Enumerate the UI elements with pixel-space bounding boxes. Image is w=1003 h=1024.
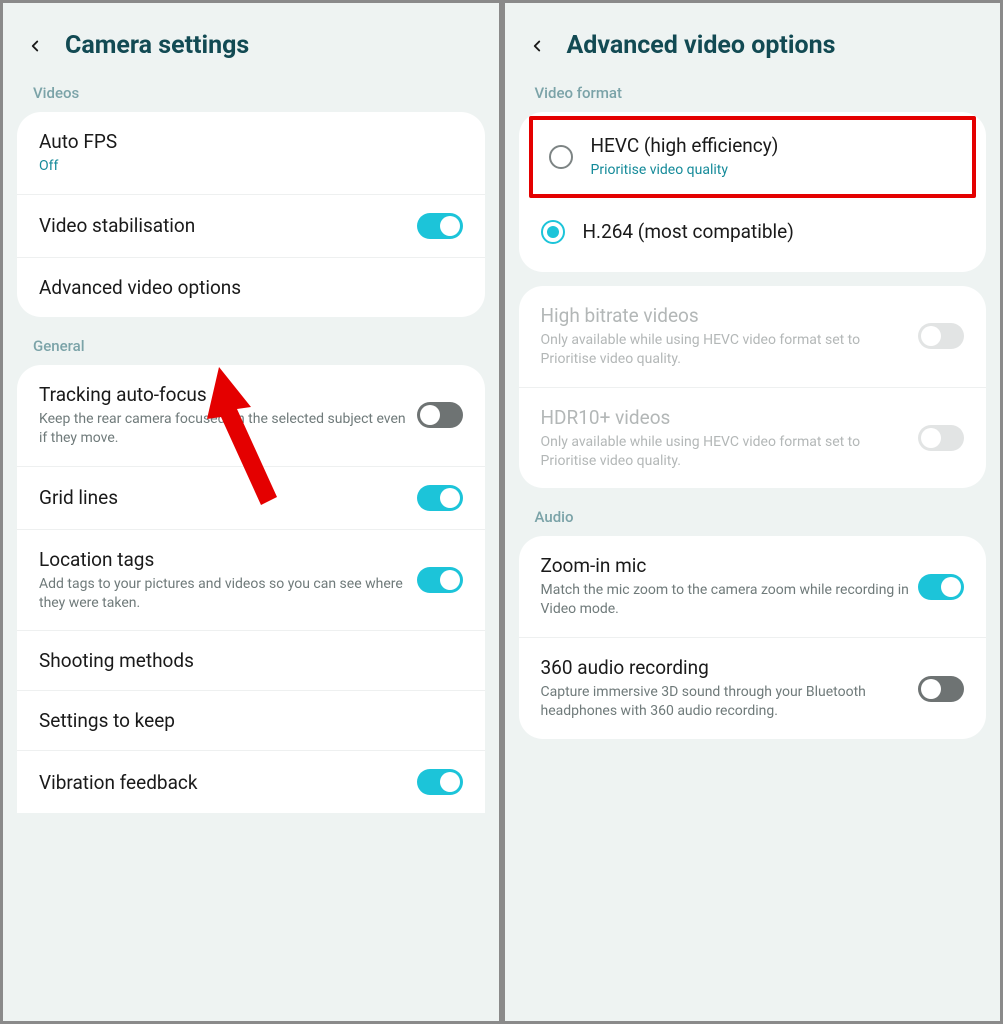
row-title: High bitrate videos [541, 304, 919, 327]
location-tags-toggle[interactable] [417, 567, 463, 593]
bitrate-hdr-card: High bitrate videos Only available while… [519, 286, 987, 489]
zoom-in-mic-row[interactable]: Zoom-in mic Match the mic zoom to the ca… [519, 536, 987, 638]
row-title: Zoom-in mic [541, 554, 919, 577]
camera-settings-screen: Camera settings Videos Auto FPS Off Vide… [0, 0, 502, 1024]
video-format-card: HEVC (high efficiency) Prioritise video … [519, 112, 987, 272]
chevron-left-icon [528, 37, 546, 55]
hdr10-toggle [918, 425, 964, 451]
row-title: Location tags [39, 548, 417, 571]
high-bitrate-row: High bitrate videos Only available while… [519, 286, 987, 388]
page-title: Advanced video options [567, 31, 836, 60]
row-title: Auto FPS [39, 130, 463, 153]
section-label-videos: Videos [3, 78, 499, 112]
auto-fps-row[interactable]: Auto FPS Off [17, 112, 485, 195]
tracking-autofocus-toggle[interactable] [417, 402, 463, 428]
audio-card: Zoom-in mic Match the mic zoom to the ca… [519, 536, 987, 739]
hevc-radio[interactable] [549, 145, 573, 169]
videos-card: Auto FPS Off Video stabilisation Advance… [17, 112, 485, 317]
section-label-audio: Audio [505, 502, 1001, 536]
general-card: Tracking auto-focus Keep the rear camera… [17, 365, 485, 814]
row-sub: Match the mic zoom to the camera zoom wh… [541, 581, 919, 619]
zoom-in-mic-toggle[interactable] [918, 574, 964, 600]
back-button[interactable] [23, 34, 47, 58]
hevc-radio-row[interactable]: HEVC (high efficiency) Prioritise video … [533, 120, 973, 194]
page-title: Camera settings [65, 31, 249, 60]
row-sub: Capture immersive 3D sound through your … [541, 683, 919, 721]
row-title: Vibration feedback [39, 771, 417, 794]
row-sub: Off [39, 157, 463, 176]
row-title: HDR10+ videos [541, 406, 919, 429]
video-stabilisation-row[interactable]: Video stabilisation [17, 195, 485, 258]
audio-360-toggle[interactable] [918, 676, 964, 702]
hevc-highlight-box: HEVC (high efficiency) Prioritise video … [529, 116, 977, 198]
row-title: H.264 (most compatible) [583, 220, 965, 243]
advanced-video-options-row[interactable]: Advanced video options [17, 258, 485, 317]
row-title: Advanced video options [39, 276, 463, 299]
row-title: Settings to keep [39, 709, 463, 732]
row-title: HEVC (high efficiency) [591, 134, 957, 157]
row-sub: Prioritise video quality [591, 161, 957, 180]
video-stabilisation-toggle[interactable] [417, 213, 463, 239]
audio-360-row[interactable]: 360 audio recording Capture immersive 3D… [519, 638, 987, 739]
section-label-video-format: Video format [505, 78, 1001, 112]
header: Advanced video options [505, 3, 1001, 78]
location-tags-row[interactable]: Location tags Add tags to your pictures … [17, 530, 485, 632]
row-title: Grid lines [39, 486, 417, 509]
row-sub: Keep the rear camera focused on the sele… [39, 410, 417, 448]
row-title: Video stabilisation [39, 214, 417, 237]
h264-radio-row[interactable]: H.264 (most compatible) [519, 198, 987, 262]
settings-to-keep-row[interactable]: Settings to keep [17, 691, 485, 751]
hdr10-row: HDR10+ videos Only available while using… [519, 388, 987, 489]
back-button[interactable] [525, 34, 549, 58]
chevron-left-icon [26, 37, 44, 55]
grid-lines-toggle[interactable] [417, 485, 463, 511]
row-title: Tracking auto-focus [39, 383, 417, 406]
row-title: 360 audio recording [541, 656, 919, 679]
tracking-autofocus-row[interactable]: Tracking auto-focus Keep the rear camera… [17, 365, 485, 467]
row-title: Shooting methods [39, 649, 463, 672]
row-sub: Only available while using HEVC video fo… [541, 433, 919, 471]
header: Camera settings [3, 3, 499, 78]
row-sub: Add tags to your pictures and videos so … [39, 575, 417, 613]
vibration-feedback-row[interactable]: Vibration feedback [17, 751, 485, 813]
advanced-video-options-screen: Advanced video options Video format HEVC… [502, 0, 1003, 1024]
row-sub: Only available while using HEVC video fo… [541, 331, 919, 369]
shooting-methods-row[interactable]: Shooting methods [17, 631, 485, 691]
vibration-feedback-toggle[interactable] [417, 769, 463, 795]
high-bitrate-toggle [918, 323, 964, 349]
h264-radio[interactable] [541, 220, 565, 244]
section-label-general: General [3, 331, 499, 365]
grid-lines-row[interactable]: Grid lines [17, 467, 485, 530]
